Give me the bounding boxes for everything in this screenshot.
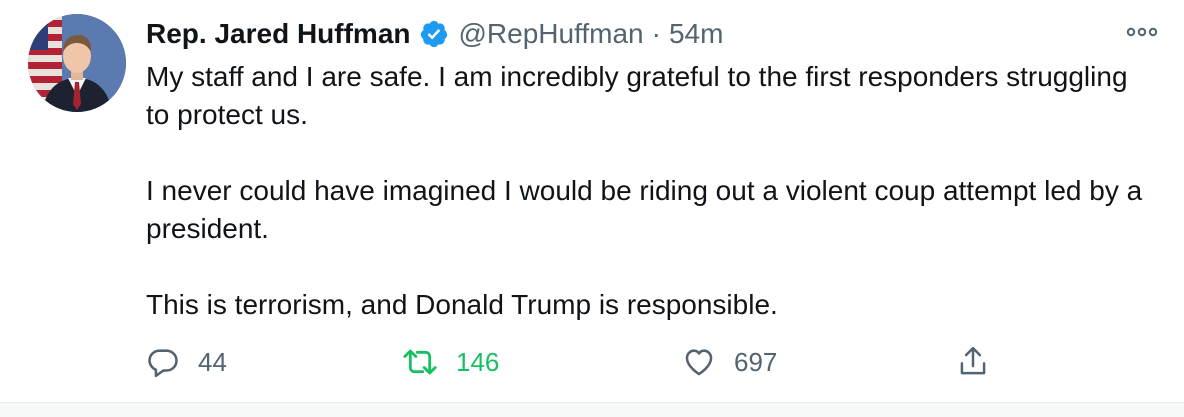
- tweet-paragraph: My staff and I are safe. I am incredibly…: [146, 61, 1128, 130]
- tweet-card[interactable]: Rep. Jared Huffman @RepHuffman · 54m My …: [0, 0, 1184, 402]
- reply-icon: [146, 345, 180, 379]
- reply-button[interactable]: 44: [146, 340, 227, 384]
- display-name[interactable]: Rep. Jared Huffman: [146, 18, 411, 50]
- share-button[interactable]: [956, 340, 990, 384]
- heart-icon: [682, 345, 716, 379]
- timeline-divider: [0, 402, 1184, 417]
- tweet-paragraph: This is terrorism, and Donald Trump is r…: [146, 289, 778, 320]
- tweet-header: Rep. Jared Huffman @RepHuffman · 54m: [146, 14, 723, 54]
- tweet-timestamp[interactable]: 54m: [669, 18, 723, 50]
- tweet-text: My staff and I are safe. I am incredibly…: [146, 58, 1156, 362]
- tweet-paragraph: I never could have imagined I would be r…: [146, 175, 1143, 244]
- like-button[interactable]: 697: [682, 340, 777, 384]
- like-count: 697: [734, 346, 778, 377]
- verified-badge-icon: [419, 19, 449, 49]
- retweet-button[interactable]: 146: [402, 340, 499, 384]
- author-handle[interactable]: @RepHuffman: [459, 18, 644, 50]
- avatar[interactable]: [28, 14, 126, 112]
- retweet-icon: [402, 345, 438, 379]
- retweet-count: 146: [456, 346, 500, 377]
- separator-dot: ·: [651, 18, 661, 49]
- share-icon: [956, 344, 990, 380]
- tweet-actions: 44 146 697: [0, 340, 1184, 384]
- more-horizontal-icon[interactable]: [1126, 22, 1158, 42]
- avatar-photo: [28, 14, 126, 112]
- reply-count: 44: [198, 346, 227, 377]
